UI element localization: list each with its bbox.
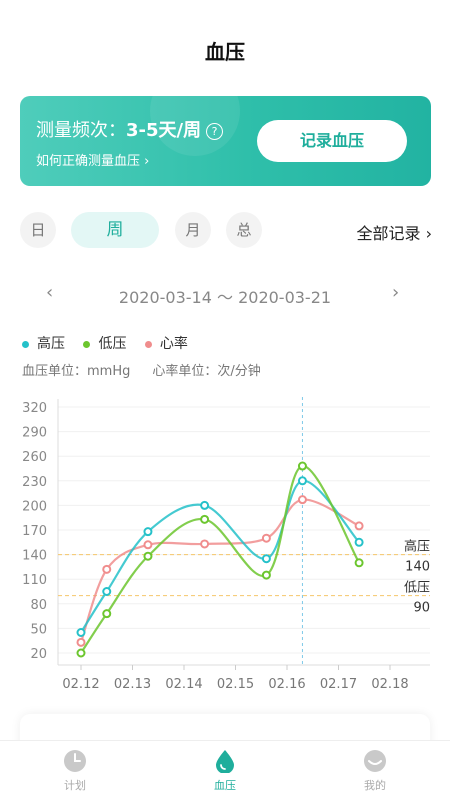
frequency-label: 测量频次： xyxy=(36,120,126,141)
x-tick-label: 02.18 xyxy=(371,677,408,692)
tab-bp-label: 血压 xyxy=(214,779,236,792)
next-week-button[interactable]: › xyxy=(392,282,399,303)
data-point-heart xyxy=(200,539,210,549)
help-icon[interactable]: ? xyxy=(206,122,224,140)
x-tick-label: 02.14 xyxy=(165,677,202,692)
all-records-link[interactable]: 全部记录 › xyxy=(357,220,433,244)
data-point-low xyxy=(102,609,112,619)
data-point-high xyxy=(143,527,153,537)
data-point-low xyxy=(143,551,153,561)
legend-high-label: 高压 xyxy=(37,336,65,352)
y-tick-label: 140 xyxy=(22,549,47,564)
y-tick-label: 80 xyxy=(30,598,47,613)
frequency-banner: 测量频次：3-5天/周? 如何正确测量血压 › 记录血压 xyxy=(20,96,431,186)
reference-value: 140 xyxy=(405,560,430,575)
legend-low-label: 低压 xyxy=(98,336,127,352)
data-point-low xyxy=(261,570,271,580)
reference-label: 低压 xyxy=(404,581,430,596)
tab-month[interactable]: 月 xyxy=(175,212,211,248)
legend-high: 高压 xyxy=(22,336,65,352)
data-point-high xyxy=(354,537,364,547)
tab-week[interactable]: 周 xyxy=(71,212,159,248)
series-line-heart xyxy=(79,498,360,643)
data-point-high xyxy=(102,587,112,596)
data-point-heart xyxy=(261,533,271,543)
data-point-high xyxy=(200,500,210,510)
y-tick-label: 170 xyxy=(22,524,47,539)
data-point-heart xyxy=(76,637,86,647)
tab-day[interactable]: 日 xyxy=(20,212,56,248)
drop-icon xyxy=(216,750,234,773)
date-navigation: ‹ 2020-03-14 ～ 2020-03-21 › xyxy=(0,282,450,307)
y-tick-label: 200 xyxy=(22,499,47,514)
bp-chart[interactable]: 20 50 80 110 140 170 200 230 260 290 320 02.12 02.13… xyxy=(0,395,450,695)
series-line-low xyxy=(80,464,361,654)
x-tick-label: 02.16 xyxy=(268,677,305,692)
y-tick-label: 230 xyxy=(22,475,47,490)
how-to-measure-link[interactable]: 如何正确测量血压 › xyxy=(36,150,149,169)
x-tick-label: 02.12 xyxy=(62,677,99,692)
bp-unit: 血压单位：mmHg xyxy=(22,364,131,379)
user-icon xyxy=(364,750,386,772)
tab-mine-label: 我的 xyxy=(364,779,386,792)
bottom-tab-bar: 计划 血压 我的 xyxy=(0,740,450,801)
date-range: 2020-03-14 ～ 2020-03-21 xyxy=(118,288,332,307)
legend-low: 低压 xyxy=(83,336,126,352)
legend-heart: 心率 xyxy=(144,336,188,352)
unit-info: 血压单位：mmHg 心率单位：次/分钟 xyxy=(22,360,261,379)
tab-blood-pressure[interactable]: 血压 xyxy=(185,749,265,793)
tab-plan[interactable]: 计划 xyxy=(35,749,115,793)
y-tick-label: 110 xyxy=(22,573,47,588)
data-point-low xyxy=(200,514,210,524)
data-point-heart xyxy=(102,564,112,574)
data-point-low xyxy=(297,461,307,471)
data-point-low xyxy=(354,558,364,568)
reference-value: 90 xyxy=(413,601,430,616)
y-tick-label: 290 xyxy=(22,426,47,441)
x-tick-label: 02.15 xyxy=(217,677,254,692)
y-tick-label: 20 xyxy=(30,647,47,662)
x-tick-label: 02.13 xyxy=(114,677,151,692)
record-bp-button[interactable]: 记录血压 xyxy=(257,120,407,162)
clock-icon xyxy=(64,750,86,772)
data-point-low xyxy=(76,648,86,658)
data-point-high xyxy=(297,476,307,486)
tab-plan-label: 计划 xyxy=(64,779,86,792)
page-title: 血压 xyxy=(205,40,245,64)
data-point-heart xyxy=(297,495,307,505)
tab-total[interactable]: 总 xyxy=(226,212,262,248)
frequency-text: 测量频次：3-5天/周? xyxy=(36,116,224,142)
chart-legend: 高压 低压 心率 xyxy=(22,333,202,353)
tab-mine[interactable]: 我的 xyxy=(335,749,415,793)
y-tick-label: 320 xyxy=(22,401,47,416)
data-point-high xyxy=(261,554,271,564)
hr-unit: 心率单位：次/分钟 xyxy=(152,364,261,379)
data-point-high xyxy=(76,628,86,637)
x-tick-label: 02.17 xyxy=(320,677,357,692)
data-point-heart xyxy=(354,521,364,531)
legend-heart-label: 心率 xyxy=(159,336,188,352)
y-tick-label: 260 xyxy=(22,450,47,465)
frequency-value: 3-5天/周 xyxy=(126,120,202,141)
reference-label: 高压 xyxy=(404,539,430,555)
data-point-heart xyxy=(143,540,153,550)
y-tick-label: 50 xyxy=(30,622,47,637)
